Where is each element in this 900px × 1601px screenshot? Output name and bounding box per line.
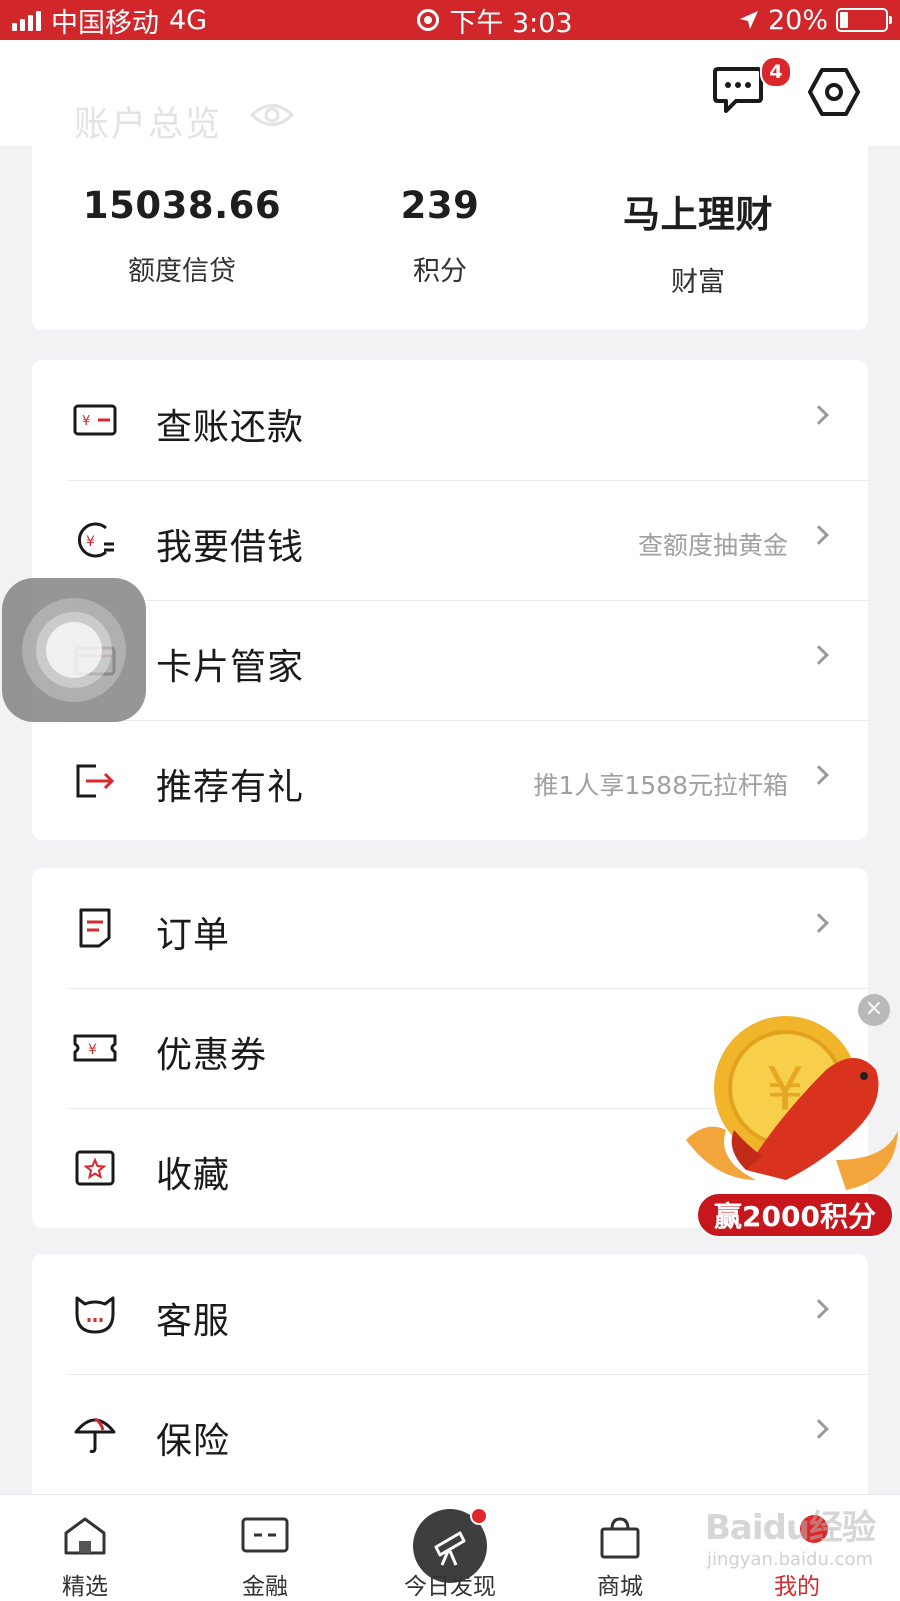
tab-label: 商城	[597, 1574, 643, 1600]
menu-item-borrow[interactable]: ¥ 我要借钱 查额度抽黄金	[32, 480, 868, 600]
tab-discover[interactable]: 今日发现	[375, 1495, 525, 1601]
status-bar: 中国移动 4G 下午 3:03 20%	[0, 0, 900, 40]
tab-label: 我的	[774, 1574, 820, 1600]
menu-item-insurance[interactable]: 保险	[32, 1374, 868, 1494]
home-icon	[64, 1517, 106, 1555]
stat-value: 15038.66	[82, 184, 282, 227]
borrow-money-icon: ¥	[70, 518, 120, 562]
svg-text:¥: ¥	[82, 414, 90, 429]
stat-label: 积分	[413, 256, 467, 287]
eye-icon[interactable]	[250, 100, 294, 130]
tab-label: 今日发现	[404, 1574, 496, 1600]
svg-text:¥: ¥	[86, 534, 95, 550]
page-header: 账户总览 4	[0, 40, 900, 146]
bill-repay-icon: ¥	[70, 398, 120, 442]
menu-item-label: 订单	[156, 915, 231, 956]
customer-service-icon	[70, 1292, 120, 1336]
stat-label: 额度信贷	[128, 256, 236, 287]
gold-coin-koi-icon: ¥	[686, 1016, 898, 1190]
tab-label: 精选	[62, 1574, 108, 1600]
message-icon[interactable]	[712, 65, 764, 115]
chevron-right-icon	[809, 913, 829, 933]
watermark-brand: Baidu经验	[704, 1508, 876, 1548]
points-stat[interactable]: 239 积分	[300, 184, 580, 288]
battery-icon	[836, 8, 892, 32]
referral-icon	[70, 758, 120, 802]
carrier-name: 中国移动	[51, 7, 159, 39]
chevron-right-icon	[809, 1299, 829, 1319]
stat-value: 马上理财	[623, 193, 773, 236]
assistive-touch-button[interactable]	[2, 578, 146, 722]
tab-mall[interactable]: 商城	[545, 1495, 695, 1601]
menu-item-label: 保险	[156, 1421, 231, 1462]
favorite-icon	[70, 1146, 120, 1190]
svg-text:¥: ¥	[88, 1042, 97, 1058]
menu-item-label: 卡片管家	[156, 647, 305, 688]
settings-icon[interactable]	[808, 66, 860, 118]
menu-item-label: 查账还款	[156, 407, 305, 448]
tab-label: 金融	[242, 1574, 288, 1600]
signal-icon	[12, 9, 41, 31]
clock: 下午 3:03	[449, 7, 573, 39]
menu-group-finance: ¥ 查账还款 ¥ 我要借钱 查额度抽黄金 卡片管家 推荐有礼 推1人享1588元…	[32, 360, 868, 840]
menu-item-customer-service[interactable]: 客服	[32, 1254, 868, 1374]
insurance-icon	[70, 1412, 120, 1456]
menu-item-label: 优惠券	[156, 1035, 268, 1076]
screen-record-icon	[417, 9, 440, 31]
menu-item-hint: 查额度抽黄金	[637, 531, 788, 560]
menu-item-hint: 推1人享1588元拉杆箱	[533, 771, 788, 800]
chevron-right-icon	[809, 645, 829, 665]
account-overview-card: 15038.66 额度信贷 239 积分 马上理财 财富	[32, 146, 868, 330]
menu-item-label: 推荐有礼	[156, 767, 305, 808]
credit-limit-stat[interactable]: 15038.66 额度信贷	[42, 184, 322, 288]
menu-item-referral[interactable]: 推荐有礼 推1人享1588元拉杆箱	[32, 720, 868, 840]
network-type: 4G	[169, 4, 208, 36]
menu-item-orders[interactable]: 订单	[32, 868, 868, 988]
discover-notification-dot	[470, 1507, 488, 1525]
menu-item-card-manager[interactable]: 卡片管家	[32, 600, 868, 720]
tab-featured[interactable]: 精选	[10, 1495, 160, 1601]
location-arrow-icon	[739, 11, 758, 29]
coupon-icon: ¥	[70, 1026, 120, 1070]
promo-label: 赢2000积分	[696, 1192, 894, 1238]
tab-finance[interactable]: 金融	[190, 1495, 340, 1601]
menu-item-bill-repay[interactable]: ¥ 查账还款	[32, 360, 868, 480]
finance-card-icon	[241, 1517, 289, 1553]
menu-item-label: 收藏	[156, 1155, 231, 1196]
page-title: 账户总览	[74, 105, 223, 145]
menu-item-label: 客服	[156, 1301, 231, 1342]
chevron-right-icon	[809, 1419, 829, 1439]
chevron-right-icon	[809, 405, 829, 425]
stat-value: 239	[400, 184, 480, 227]
wealth-stat[interactable]: 马上理财 财富	[558, 184, 838, 299]
shopping-bag-icon	[600, 1517, 640, 1559]
telescope-icon	[434, 1531, 466, 1566]
order-icon	[70, 906, 120, 950]
baidu-watermark: Baidu经验 jingyan.baidu.com	[690, 1500, 890, 1570]
chevron-right-icon	[809, 765, 829, 785]
stat-label: 财富	[671, 267, 725, 298]
message-count-badge: 4	[760, 56, 792, 88]
chevron-right-icon	[809, 525, 829, 545]
battery-percent: 20%	[767, 4, 828, 36]
watermark-url: jingyan.baidu.com	[706, 1549, 874, 1570]
menu-item-label: 我要借钱	[156, 527, 305, 568]
menu-group-service: 客服 保险	[32, 1254, 868, 1494]
points-promo-widget[interactable]: × ¥ 赢2000积分	[686, 990, 900, 1244]
